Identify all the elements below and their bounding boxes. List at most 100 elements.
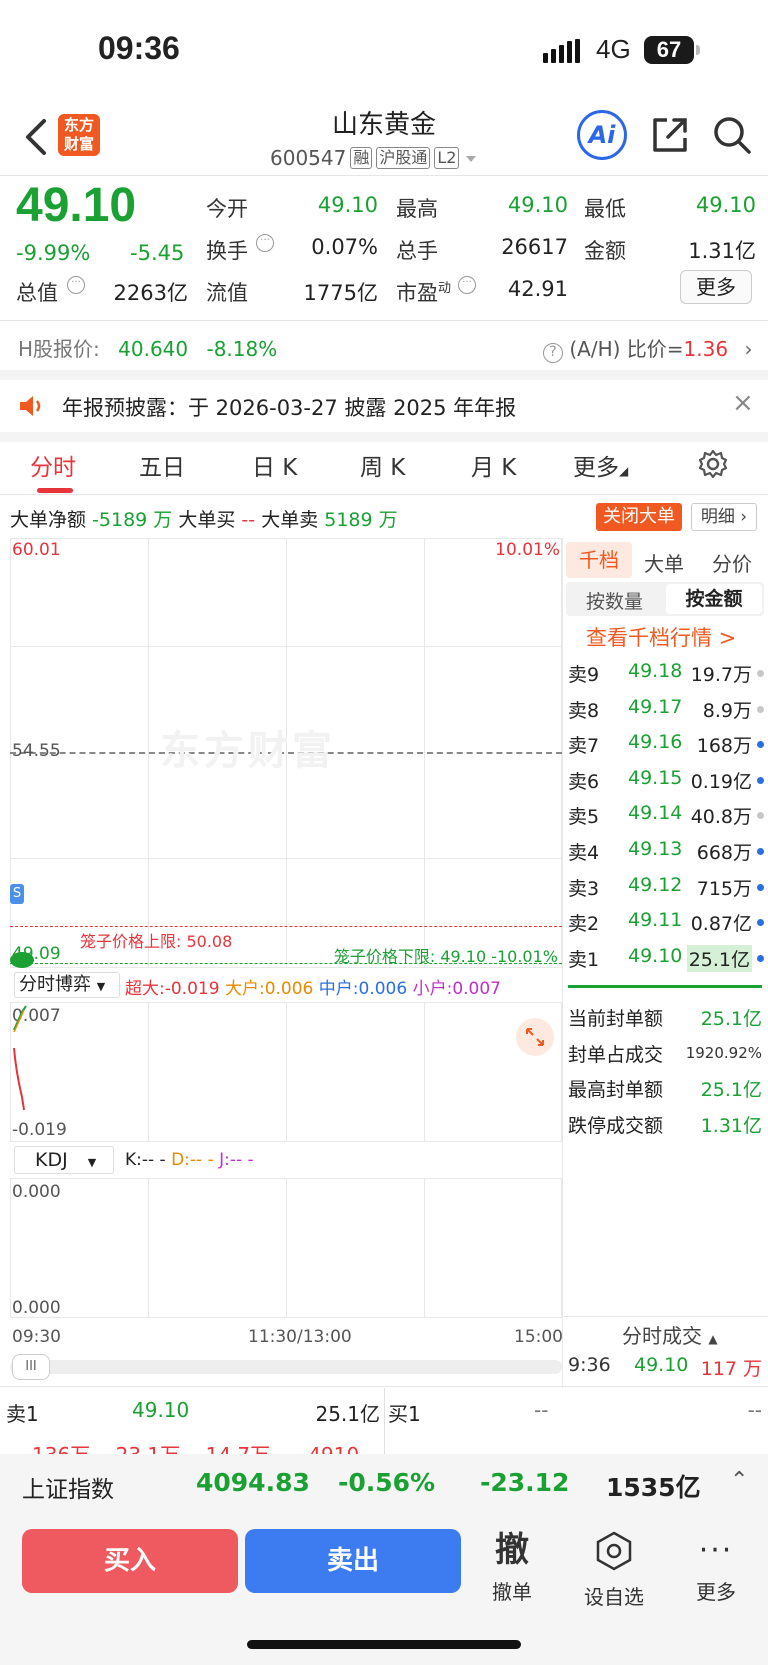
book-separator [568,985,762,988]
info-icon[interactable]: ··· [67,276,85,294]
small-value: 0.007 [452,979,501,999]
index-change: -23.12 [480,1468,570,1497]
pe-sup: 动 [438,281,452,296]
dropdown-triangle-icon [466,156,477,162]
big-order-summary: 大单净额 -5189 万 大单买 -- 大单卖 5189 万 [10,505,398,532]
game-legend: 超大:-0.019 大户:0.006 中户:0.006 小户:0.007 [125,974,501,999]
tab-more[interactable]: 更多◢ [573,448,628,482]
scroll-handle[interactable]: III [12,1354,50,1380]
detail-button[interactable]: 明细 › [691,503,757,531]
net-label: 大单净额 [10,509,87,531]
sell-level-price: 49.10 [628,944,683,967]
tab-timeshare[interactable]: 分时 [30,448,76,482]
status-dot [757,812,764,820]
level-sell1-price: 49.10 [132,1398,190,1422]
x-axis-mid: 11:30/13:00 [248,1327,352,1347]
ah-ratio-label: (A/H) 比价= [569,337,684,361]
j-value: J:-- - [219,1150,254,1170]
seal-stat-label: 跌停成交额 [568,1114,664,1137]
more-button[interactable]: ··· 更多 [676,1530,756,1605]
stock-code: 600547 [270,146,347,170]
sell-order-row[interactable]: 卖9 49.18 19.7万 [566,656,768,690]
trades-header[interactable]: 分时成交 ▲ [622,1320,718,1349]
big-buy-value: -- [241,509,256,531]
info-icon[interactable]: ··· [256,234,274,252]
change-percent: -9.99% [16,241,91,265]
sell-level-label: 卖7 [568,735,600,758]
sell-order-row[interactable]: 卖7 49.16 168万 [566,727,768,761]
book-tab-price[interactable]: 分价 [712,548,752,577]
chevron-up-icon[interactable]: ⌃ [730,1468,748,1493]
kdj-panel: KDJ ▼ K:-- - D:-- - J:-- - 0.000 0.000 [10,1146,562,1324]
search-icon[interactable] [712,115,752,155]
index-value: 4094.83 [196,1468,310,1497]
grid-line [10,646,562,647]
indicator-select[interactable]: 分时博弈 ▼ [14,972,120,998]
grid-line [424,1002,425,1142]
cancel-order-button[interactable]: 撤 撤单 [472,1530,552,1605]
more-stats-button[interactable]: 更多 [680,270,752,304]
marker-s-badge[interactable]: S [10,884,24,904]
sell-level-label: 卖2 [568,913,600,936]
grid-line [286,1002,287,1142]
sell-level-price: 49.14 [628,802,683,825]
book-tab-thousand[interactable]: 千档 [566,542,632,578]
network-type: 4G [596,34,631,64]
sell-level-label: 卖6 [568,770,600,793]
open-label: 今开 [206,197,248,221]
seal-stat-row: 最高封单额 25.1亿 [566,1071,768,1105]
sell-level-amount: 40.8万 [690,806,752,829]
mode-by-amount[interactable]: 按金额 [666,584,762,614]
level-buy1-amount: -- [747,1398,762,1422]
tab-underline [37,488,73,493]
grid-line [424,1178,425,1318]
chart-scrollbar[interactable] [10,1360,562,1374]
sell-level-label: 卖5 [568,806,600,829]
sell-button[interactable]: 卖出 [245,1529,461,1593]
notice-bar[interactable]: 年报预披露：于 2026-03-27 披露 2025 年年报 × [0,380,768,432]
sell-level-label: 卖3 [568,877,600,900]
sell-order-row[interactable]: 卖4 49.13 668万 [566,834,768,868]
mode-by-count[interactable]: 按数量 [586,587,643,614]
tab-week-k[interactable]: 周 K [360,448,405,482]
close-icon[interactable]: × [732,388,754,418]
sell-order-row[interactable]: 卖5 49.14 40.8万 [566,798,768,832]
add-watchlist-button[interactable]: 设自选 [574,1530,654,1610]
small-label: 小户: [412,979,453,999]
index-ticker-bar[interactable]: 上证指数 4094.83 -0.56% -23.12 1535亿 ⌃ [0,1454,768,1518]
sell-order-row[interactable]: 卖1 49.10 25.1亿 [566,941,768,975]
super-value: -0.019 [164,979,220,999]
big-buy-label: 大单买 [178,509,236,531]
expand-icon[interactable] [516,1018,554,1056]
status-dot [757,848,764,855]
tab-day-k[interactable]: 日 K [252,448,297,482]
battery-icon: 67 [644,36,700,64]
game-indicator-panel: 分时博弈 ▼ 超大:-0.019 大户:0.006 中户:0.006 小户:0.… [10,970,562,1142]
view-thousand-link[interactable]: 查看千档行情 > [586,622,736,652]
buy-button[interactable]: 买入 [22,1529,238,1593]
trade-volume: 117 万 [700,1358,762,1380]
sell-level-amount: 19.7万 [690,664,752,686]
sell-level-price: 49.12 [628,873,683,896]
timeshare-chart[interactable]: 东方财富 60.01 10.01% 54.55 笼子价格上限: 50.08 笼子… [10,538,562,968]
sell-order-row[interactable]: 卖3 49.12 715万 [566,870,768,904]
sell-level-price: 49.13 [628,838,683,860]
sell-order-row[interactable]: 卖2 49.11 0.87亿 [566,905,768,939]
ai-button[interactable]: Ai [577,110,627,160]
kdj-select[interactable]: KDJ ▼ [14,1146,114,1174]
close-big-order-button[interactable]: 关闭大单 [596,503,682,531]
sell-order-row[interactable]: 卖6 49.15 0.19亿 [566,763,768,797]
mid-value: 0.006 [358,979,408,999]
tab-month-k[interactable]: 月 K [471,448,516,482]
help-icon: ? [543,343,563,363]
share-icon[interactable] [650,115,690,155]
turnover-label: 换手 [206,239,248,263]
tab-five-day[interactable]: 五日 [139,448,185,482]
ah-ratio[interactable]: ? (A/H) 比价=1.36 › [543,333,752,363]
settings-gear-icon[interactable] [697,448,729,480]
sell-order-row[interactable]: 卖8 49.17 8.9万 [566,692,768,726]
info-icon[interactable]: ··· [458,276,476,294]
stock-code-row[interactable]: 600547 融 沪股通 L2 [270,144,479,172]
book-tab-big[interactable]: 大单 [644,548,684,577]
x-axis-start: 09:30 [12,1327,61,1347]
